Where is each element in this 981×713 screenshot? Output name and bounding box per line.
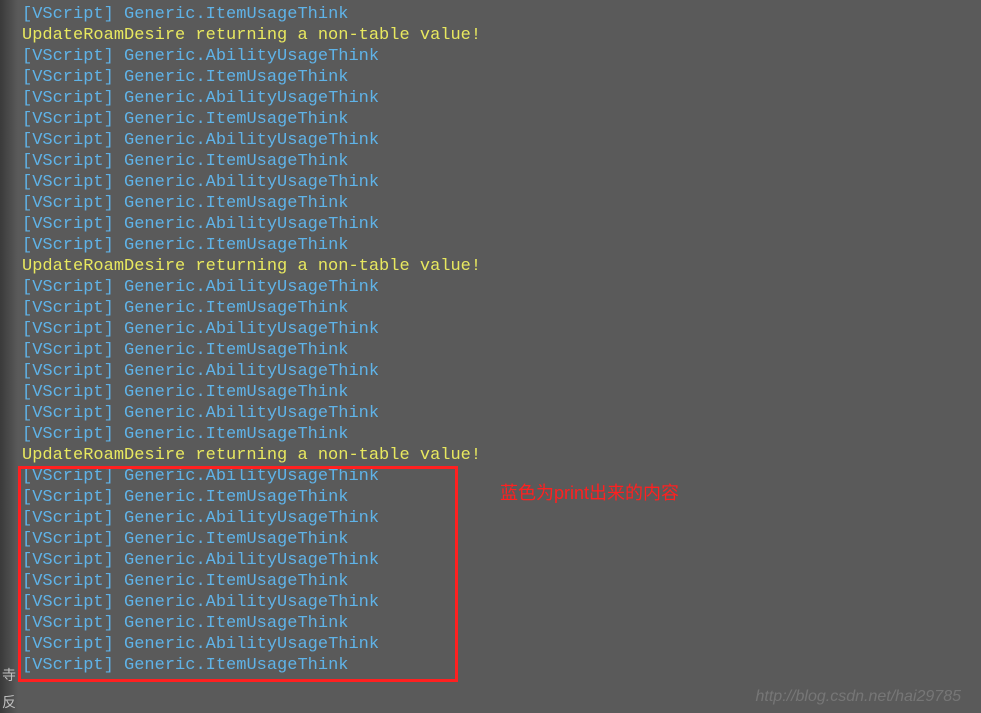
left-edge-char: 反 bbox=[2, 692, 16, 713]
console-line: [VScript] Generic.ItemUsageThink bbox=[0, 151, 981, 172]
console-line: [VScript] Generic.ItemUsageThink bbox=[0, 235, 981, 256]
annotation-text: 蓝色为print出来的内容 bbox=[500, 483, 679, 504]
vscript-message: Generic.AbilityUsageThink bbox=[114, 593, 379, 612]
vscript-tag: [VScript] bbox=[22, 614, 114, 633]
vscript-message: Generic.ItemUsageThink bbox=[114, 152, 349, 171]
vscript-message: Generic.AbilityUsageThink bbox=[114, 467, 379, 486]
vscript-tag: [VScript] bbox=[22, 341, 114, 360]
vscript-tag: [VScript] bbox=[22, 572, 114, 591]
vscript-message: Generic.AbilityUsageThink bbox=[114, 362, 379, 381]
vscript-tag: [VScript] bbox=[22, 509, 114, 528]
vscript-message: Generic.ItemUsageThink bbox=[114, 5, 349, 24]
console-line: [VScript] Generic.ItemUsageThink bbox=[0, 193, 981, 214]
vscript-tag: [VScript] bbox=[22, 215, 114, 234]
console-line: [VScript] Generic.AbilityUsageThink bbox=[0, 361, 981, 382]
vscript-message: Generic.AbilityUsageThink bbox=[114, 173, 379, 192]
console-line: [VScript] Generic.ItemUsageThink bbox=[0, 298, 981, 319]
vscript-message: Generic.ItemUsageThink bbox=[114, 299, 349, 318]
vscript-message: Generic.ItemUsageThink bbox=[114, 236, 349, 255]
vscript-tag: [VScript] bbox=[22, 110, 114, 129]
console-line: [VScript] Generic.ItemUsageThink bbox=[0, 529, 981, 550]
vscript-tag: [VScript] bbox=[22, 488, 114, 507]
vscript-message: Generic.ItemUsageThink bbox=[114, 572, 349, 591]
warning-text: UpdateRoamDesire returning a non-table v… bbox=[22, 26, 481, 45]
console-output[interactable]: [VScript] Generic.ItemUsageThinkUpdateRo… bbox=[0, 0, 981, 676]
console-line: [VScript] Generic.ItemUsageThink bbox=[0, 382, 981, 403]
console-line: [VScript] Generic.AbilityUsageThink bbox=[0, 403, 981, 424]
console-line: [VScript] Generic.AbilityUsageThink bbox=[0, 319, 981, 340]
console-line: [VScript] Generic.ItemUsageThink bbox=[0, 487, 981, 508]
console-line: [VScript] Generic.AbilityUsageThink bbox=[0, 466, 981, 487]
vscript-message: Generic.ItemUsageThink bbox=[114, 488, 349, 507]
console-line: [VScript] Generic.AbilityUsageThink bbox=[0, 634, 981, 655]
vscript-message: Generic.AbilityUsageThink bbox=[114, 278, 379, 297]
vscript-message: Generic.ItemUsageThink bbox=[114, 425, 349, 444]
console-line: [VScript] Generic.ItemUsageThink bbox=[0, 340, 981, 361]
vscript-message: Generic.AbilityUsageThink bbox=[114, 635, 379, 654]
console-line: [VScript] Generic.AbilityUsageThink bbox=[0, 550, 981, 571]
console-line: [VScript] Generic.AbilityUsageThink bbox=[0, 508, 981, 529]
console-line: [VScript] Generic.AbilityUsageThink bbox=[0, 277, 981, 298]
vscript-tag: [VScript] bbox=[22, 68, 114, 87]
vscript-message: Generic.ItemUsageThink bbox=[114, 656, 349, 675]
vscript-tag: [VScript] bbox=[22, 656, 114, 675]
console-line: [VScript] Generic.ItemUsageThink bbox=[0, 613, 981, 634]
vscript-message: Generic.ItemUsageThink bbox=[114, 194, 349, 213]
vscript-message: Generic.AbilityUsageThink bbox=[114, 215, 379, 234]
vscript-tag: [VScript] bbox=[22, 404, 114, 423]
vscript-message: Generic.ItemUsageThink bbox=[114, 68, 349, 87]
console-line: [VScript] Generic.AbilityUsageThink bbox=[0, 130, 981, 151]
console-line: [VScript] Generic.AbilityUsageThink bbox=[0, 46, 981, 67]
vscript-tag: [VScript] bbox=[22, 320, 114, 339]
left-edge-char: 寺 bbox=[2, 665, 16, 686]
vscript-message: Generic.AbilityUsageThink bbox=[114, 509, 379, 528]
vscript-message: Generic.ItemUsageThink bbox=[114, 530, 349, 549]
vscript-tag: [VScript] bbox=[22, 551, 114, 570]
vscript-message: Generic.AbilityUsageThink bbox=[114, 551, 379, 570]
vscript-tag: [VScript] bbox=[22, 383, 114, 402]
vscript-message: Generic.AbilityUsageThink bbox=[114, 47, 379, 66]
vscript-tag: [VScript] bbox=[22, 362, 114, 381]
warning-text: UpdateRoamDesire returning a non-table v… bbox=[22, 257, 481, 276]
vscript-tag: [VScript] bbox=[22, 194, 114, 213]
console-line: [VScript] Generic.AbilityUsageThink bbox=[0, 88, 981, 109]
console-line: UpdateRoamDesire returning a non-table v… bbox=[0, 445, 981, 466]
vscript-message: Generic.AbilityUsageThink bbox=[114, 404, 379, 423]
vscript-message: Generic.ItemUsageThink bbox=[114, 341, 349, 360]
vscript-tag: [VScript] bbox=[22, 593, 114, 612]
vscript-message: Generic.ItemUsageThink bbox=[114, 110, 349, 129]
vscript-tag: [VScript] bbox=[22, 152, 114, 171]
vscript-message: Generic.AbilityUsageThink bbox=[114, 89, 379, 108]
console-line: [VScript] Generic.ItemUsageThink bbox=[0, 109, 981, 130]
vscript-tag: [VScript] bbox=[22, 467, 114, 486]
vscript-message: Generic.AbilityUsageThink bbox=[114, 131, 379, 150]
vscript-message: Generic.ItemUsageThink bbox=[114, 383, 349, 402]
watermark-text: http://blog.csdn.net/hai29785 bbox=[756, 686, 962, 707]
warning-text: UpdateRoamDesire returning a non-table v… bbox=[22, 446, 481, 465]
vscript-tag: [VScript] bbox=[22, 5, 114, 24]
vscript-tag: [VScript] bbox=[22, 278, 114, 297]
vscript-tag: [VScript] bbox=[22, 236, 114, 255]
vscript-tag: [VScript] bbox=[22, 425, 114, 444]
vscript-tag: [VScript] bbox=[22, 635, 114, 654]
console-line: [VScript] Generic.AbilityUsageThink bbox=[0, 214, 981, 235]
console-line: [VScript] Generic.ItemUsageThink bbox=[0, 424, 981, 445]
vscript-tag: [VScript] bbox=[22, 131, 114, 150]
vscript-tag: [VScript] bbox=[22, 530, 114, 549]
console-line: UpdateRoamDesire returning a non-table v… bbox=[0, 25, 981, 46]
vscript-message: Generic.ItemUsageThink bbox=[114, 614, 349, 633]
vscript-tag: [VScript] bbox=[22, 173, 114, 192]
vscript-message: Generic.AbilityUsageThink bbox=[114, 320, 379, 339]
console-line: [VScript] Generic.AbilityUsageThink bbox=[0, 592, 981, 613]
console-line: [VScript] Generic.ItemUsageThink bbox=[0, 655, 981, 676]
console-line: [VScript] Generic.ItemUsageThink bbox=[0, 4, 981, 25]
console-line: UpdateRoamDesire returning a non-table v… bbox=[0, 256, 981, 277]
vscript-tag: [VScript] bbox=[22, 89, 114, 108]
console-line: [VScript] Generic.AbilityUsageThink bbox=[0, 172, 981, 193]
vscript-tag: [VScript] bbox=[22, 47, 114, 66]
console-line: [VScript] Generic.ItemUsageThink bbox=[0, 67, 981, 88]
console-line: [VScript] Generic.ItemUsageThink bbox=[0, 571, 981, 592]
vscript-tag: [VScript] bbox=[22, 299, 114, 318]
